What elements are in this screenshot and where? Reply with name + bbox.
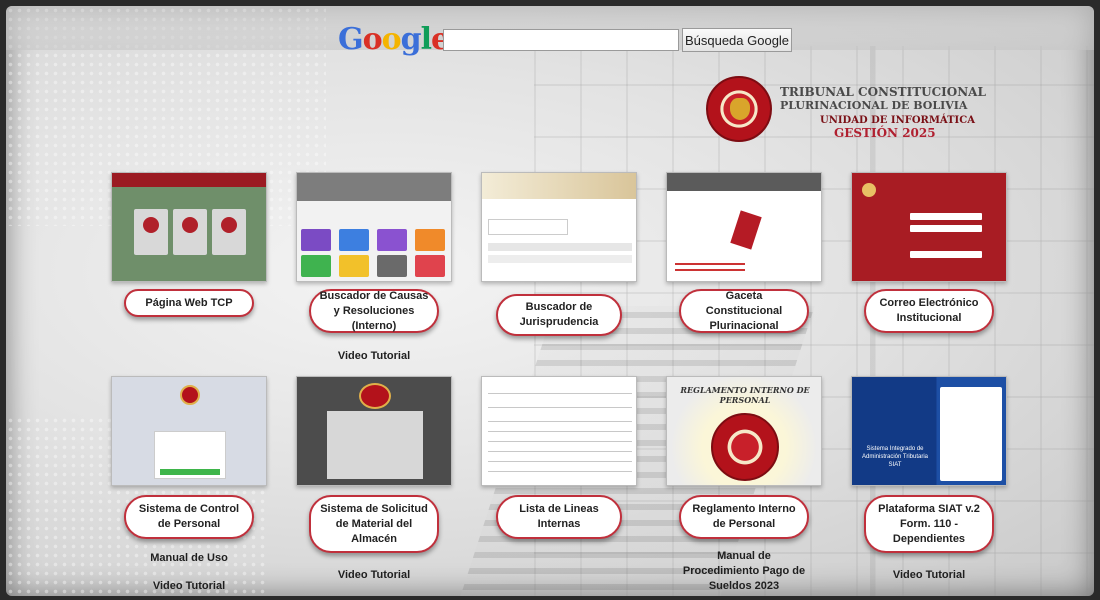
web-tile bbox=[212, 209, 246, 255]
thumb-tile bbox=[415, 255, 445, 277]
table-line bbox=[488, 393, 632, 394]
reglamento-title: REGLAMENTO INTERNO DE PERSONAL bbox=[680, 385, 810, 405]
thumb-tile bbox=[301, 229, 331, 251]
thumb-bar bbox=[488, 255, 632, 263]
thumbnail-lineas-internas[interactable] bbox=[481, 376, 637, 486]
management-year: GESTIÓN 2025 bbox=[834, 126, 936, 140]
thumbnail-reglamento[interactable]: REGLAMENTO INTERNO DE PERSONAL bbox=[666, 376, 822, 486]
tcp-seal-logo bbox=[706, 76, 772, 142]
card-button-pagina-web[interactable]: Página Web TCP bbox=[124, 289, 254, 317]
institution-name-line2: PLURINACIONAL DE BOLIVIA bbox=[780, 99, 968, 112]
table-line bbox=[488, 461, 632, 462]
thumb-bar bbox=[488, 243, 632, 251]
thumb-tile bbox=[377, 229, 407, 251]
thumb-tile bbox=[377, 255, 407, 277]
table-line bbox=[488, 407, 632, 408]
thumbnail-control-personal[interactable] bbox=[111, 376, 267, 486]
card-button-correo[interactable]: Correo Electrónico Institucional bbox=[864, 289, 994, 333]
video-tutorial-link[interactable]: Video Tutorial bbox=[869, 568, 989, 583]
table-line bbox=[488, 441, 632, 442]
seal-icon bbox=[862, 183, 876, 197]
institution-name-line1: TRIBUNAL CONSTITUCIONAL bbox=[780, 85, 986, 99]
thumbnail-correo[interactable] bbox=[851, 172, 1007, 282]
thumb-field bbox=[910, 213, 982, 220]
card-button-almacen[interactable]: Sistema de Solicitud de Material del Alm… bbox=[309, 495, 439, 553]
institution-title: TRIBUNAL CONSTITUCIONAL PLURINACIONAL DE… bbox=[780, 86, 986, 140]
table-line bbox=[488, 471, 632, 472]
card-button-siat[interactable]: Plataforma SIAT v.2 Form. 110 - Dependie… bbox=[864, 495, 994, 553]
card-button-buscador-causas[interactable]: Buscador de Causas y Resoluciones (Inter… bbox=[309, 289, 439, 333]
video-tutorial-link[interactable]: Video Tutorial bbox=[314, 349, 434, 364]
tcp-seal-icon bbox=[711, 413, 779, 481]
card-button-lineas-internas[interactable]: Lista de Lineas Internas bbox=[496, 495, 622, 539]
thumb-header bbox=[297, 173, 451, 201]
manual-pago-sueldos-link[interactable]: Manual de Procedimiento Pago de Sueldos … bbox=[682, 549, 806, 594]
card-button-control-personal[interactable]: Sistema de Control de Personal bbox=[124, 495, 254, 539]
thumb-field bbox=[488, 219, 568, 235]
thumb-header bbox=[667, 173, 821, 191]
thumb-tile bbox=[339, 229, 369, 251]
thumbnail-buscador-causas[interactable] bbox=[296, 172, 452, 282]
thumbnail-gaceta[interactable] bbox=[666, 172, 822, 282]
manual-de-uso-link[interactable]: Manual de Uso bbox=[124, 551, 254, 566]
thumb-link-line bbox=[675, 269, 745, 271]
thumb-field bbox=[910, 251, 982, 258]
video-tutorial-link[interactable]: Video Tutorial bbox=[314, 568, 434, 583]
card-button-jurisprudencia[interactable]: Buscador de Jurisprudencia bbox=[496, 294, 622, 336]
google-search-button[interactable]: Búsqueda Google bbox=[682, 28, 792, 52]
login-button-preview bbox=[160, 469, 220, 475]
google-search-input[interactable] bbox=[443, 29, 679, 51]
thumb-tile bbox=[301, 255, 331, 277]
thumbnail-jurisprudencia[interactable] bbox=[481, 172, 637, 282]
thumb-tile bbox=[339, 255, 369, 277]
card-button-reglamento[interactable]: Reglamento Interno de Personal bbox=[679, 495, 809, 539]
web-tile bbox=[173, 209, 207, 255]
google-logo: Google bbox=[338, 22, 450, 57]
book-icon bbox=[730, 210, 762, 250]
thumb-header bbox=[482, 173, 636, 199]
thumbnail-pagina-web[interactable] bbox=[111, 172, 267, 282]
login-panel bbox=[327, 411, 423, 479]
seal-icon bbox=[359, 383, 391, 409]
thumb-link-line bbox=[675, 263, 745, 265]
video-tutorial-link[interactable]: Video Tutorial bbox=[124, 579, 254, 594]
web-tile bbox=[134, 209, 168, 255]
page-frame: Google Búsqueda Google TRIBUNAL CONSTITU… bbox=[6, 6, 1094, 596]
card-button-gaceta[interactable]: Gaceta Constitucional Plurinacional bbox=[679, 289, 809, 333]
thumbnail-almacen[interactable] bbox=[296, 376, 452, 486]
seal-icon bbox=[180, 385, 200, 405]
login-panel bbox=[940, 387, 1002, 481]
thumb-field bbox=[910, 225, 982, 232]
siat-label: Sistema Integrado de Administración Trib… bbox=[861, 446, 929, 468]
thumb-tile bbox=[415, 229, 445, 251]
table-line bbox=[488, 451, 632, 452]
thumbnail-siat[interactable]: Sistema Integrado de Administración Trib… bbox=[851, 376, 1007, 486]
table-line bbox=[488, 431, 632, 432]
table-line bbox=[488, 421, 632, 422]
